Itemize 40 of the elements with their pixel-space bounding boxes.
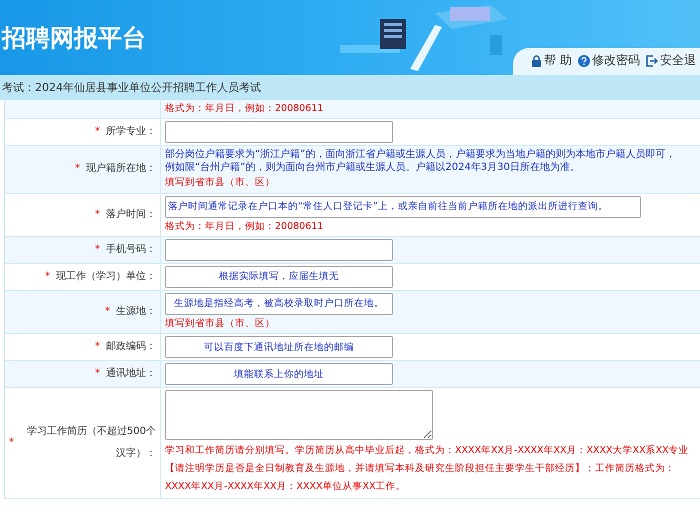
lock-icon: [531, 54, 542, 66]
exit-icon: [646, 54, 658, 66]
input-field[interactable]: 落户时间通常记录在户口本的“常住人口登记卡”上，或亲自前往当前户籍所在地的派出所进行查询。: [165, 196, 641, 218]
field-label: 学习工作简历（不超过500个汉字）：: [26, 424, 156, 462]
input-field[interactable]: [165, 238, 393, 261]
input-field[interactable]: 根据实际填写，应届生填无: [165, 266, 393, 288]
field-label: 手机号码：: [106, 242, 156, 257]
input-field[interactable]: 可以百度下通讯地址所在地的邮编: [165, 336, 393, 358]
input-field[interactable]: 填能联系上你的地址: [165, 363, 393, 385]
format-hint: 填写到省市县（市、区）: [165, 176, 275, 190]
field-label: 通讯地址：: [106, 366, 156, 381]
required-mark: *: [95, 208, 100, 222]
header-link[interactable]: 帮 助: [531, 52, 572, 69]
header-link[interactable]: 修改密码: [578, 52, 640, 69]
required-mark: *: [95, 367, 100, 381]
platform-title: 招聘网报平台: [2, 22, 146, 54]
required-mark: *: [45, 270, 50, 284]
required-mark: *: [75, 162, 80, 176]
exam-name: 考试：2024年仙居县事业单位公开招聘工作人员考试: [2, 80, 261, 95]
field-label: 生源地：: [116, 304, 156, 319]
required-mark: *: [9, 436, 14, 450]
field-label: 落户时间：: [106, 208, 156, 222]
format-hint: 学习和工作简历请分别填写。学历简历从高中毕业后起，格式为：XXXX年XX月-XXXX年XX月：XXXX大学XX系XX专业【请注明学历是否是全日制教育及生源地，并请填写本科及研究生阶段担任主要学生干部经历】；工作简历格式为：XXXX年XX月-XXXX年XX月：XXXX单位从事XX工作。: [165, 444, 690, 494]
field-label: 现工作（学习）单位：: [56, 270, 156, 284]
required-mark: *: [95, 340, 100, 354]
format-hint: 填写到省市县（市、区）: [165, 316, 275, 331]
input-field[interactable]: [165, 121, 393, 144]
required-mark: *: [95, 125, 100, 140]
format-hint: 格式为：年月日，例如：20080611: [165, 102, 324, 116]
header-link[interactable]: 安全退: [646, 52, 696, 69]
required-mark: *: [105, 304, 110, 319]
format-hint: 格式为：年月日，例如：20080611: [165, 220, 324, 234]
field-label: 邮政编码：: [106, 340, 156, 354]
required-mark: *: [95, 242, 100, 257]
field-note: 部分岗位户籍要求为“浙江户籍”的，面向浙江省户籍或生源人员，户籍要求为当地户籍的则为本地市户籍人员即可，例如限“台州户籍”的，则为面向台州市户籍或生源人员。户籍以2024年3月30日所在地为准。: [165, 148, 676, 174]
help-icon: [578, 54, 590, 66]
field-label: 现户籍所在地：: [86, 162, 156, 176]
text-area[interactable]: [165, 390, 433, 440]
field-label: 所学专业：: [106, 124, 156, 140]
input-field[interactable]: 生源地是指经高考，被高校录取时户口所在地。: [165, 292, 393, 315]
